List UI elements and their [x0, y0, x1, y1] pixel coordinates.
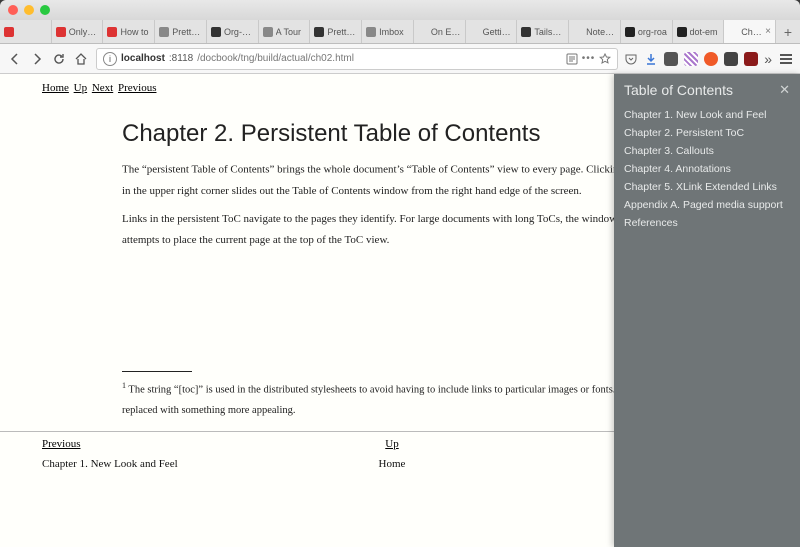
tab-label: Pretty C — [327, 27, 357, 37]
home-button[interactable] — [72, 50, 90, 68]
toc-panel-title: Table of Contents — [624, 82, 733, 98]
ublock-icon[interactable] — [744, 52, 758, 66]
browser-tab[interactable]: Tailscale — [517, 20, 569, 43]
favicon — [366, 27, 376, 37]
favicon — [159, 27, 169, 37]
favicon — [263, 27, 273, 37]
toc-item[interactable]: References — [624, 214, 790, 232]
download-icon[interactable] — [644, 52, 658, 66]
window-maximize-button[interactable] — [40, 5, 50, 15]
toc-item[interactable]: Chapter 1. New Look and Feel — [624, 106, 790, 124]
browser-tab[interactable]: dot-em — [673, 20, 725, 43]
url-bar[interactable]: i localhost :8118/docbook/tng/build/actua… — [96, 48, 618, 70]
tab-label: On Emacs — [431, 27, 461, 37]
traffic-lights — [8, 5, 50, 15]
browser-tab[interactable]: Note-taking — [569, 20, 621, 43]
site-info-icon[interactable]: i — [103, 52, 117, 66]
toc-close-button[interactable]: ✕ — [779, 82, 790, 98]
browser-tab[interactable]: org-roa — [621, 20, 673, 43]
favicon — [470, 27, 480, 37]
tab-label: org-roa — [638, 27, 668, 37]
page-viewport: Home Up Next Previous Chapter 2. Persist… — [0, 74, 800, 547]
favicon — [4, 27, 14, 37]
favicon — [521, 27, 531, 37]
browser-tab[interactable]: Pretty F — [155, 20, 207, 43]
toc-item[interactable]: Chapter 5. XLink Extended Links — [624, 178, 790, 196]
favicon — [107, 27, 117, 37]
favicon — [677, 27, 687, 37]
browser-tab[interactable]: Only Co — [52, 20, 104, 43]
bookmark-star-icon[interactable] — [599, 53, 611, 65]
nav-next-link[interactable]: Next — [92, 82, 113, 94]
browser-tab[interactable]: Getting Start — [466, 20, 518, 43]
favicon — [211, 27, 221, 37]
nav-up-link[interactable]: Up — [74, 82, 87, 94]
tab-label: Imbox — [379, 27, 409, 37]
extension-icon[interactable] — [704, 52, 718, 66]
reader-mode-icon[interactable] — [566, 53, 578, 65]
nav-home-link[interactable]: Home — [42, 82, 69, 94]
extension-icon[interactable] — [664, 52, 678, 66]
reload-button[interactable] — [50, 50, 68, 68]
back-button[interactable] — [6, 50, 24, 68]
footer-prev-title: Chapter 1. New Look and Feel — [42, 458, 275, 470]
browser-tab[interactable] — [0, 20, 52, 43]
tab-close-icon[interactable]: × — [765, 26, 771, 37]
extensions-overflow-icon[interactable]: » — [764, 51, 772, 67]
window-minimize-button[interactable] — [24, 5, 34, 15]
tab-label: Note-taking — [586, 27, 616, 37]
browser-tab[interactable]: Chapter× — [724, 20, 776, 43]
tab-label: A Tour — [276, 27, 306, 37]
browser-tab[interactable]: Org-mo — [207, 20, 259, 43]
tab-label: Org-mo — [224, 27, 254, 37]
tab-strip: Only Co How to Pretty F Org-mo A Tour Pretty … — [0, 20, 800, 44]
window-titlebar — [0, 0, 800, 20]
tab-label: dot-em — [690, 27, 720, 37]
pocket-icon[interactable] — [624, 52, 638, 66]
hamburger-menu-icon[interactable] — [778, 54, 794, 64]
toc-item[interactable]: Chapter 3. Callouts — [624, 142, 790, 160]
url-host: localhost — [121, 53, 165, 64]
favicon — [418, 27, 428, 37]
extension-icon[interactable] — [724, 52, 738, 66]
url-path: /docbook/tng/build/actual/ch02.html — [197, 53, 354, 64]
favicon — [573, 27, 583, 37]
toc-item[interactable]: Appendix A. Paged media support — [624, 196, 790, 214]
tab-label: Chapter — [741, 27, 762, 37]
footer-prev-link[interactable]: Previous — [42, 438, 81, 450]
nav-previous-link[interactable]: Previous — [118, 82, 157, 94]
toc-item[interactable]: Chapter 2. Persistent ToC — [624, 124, 790, 142]
url-port: :8118 — [169, 53, 193, 64]
browser-tab[interactable]: On Emacs — [414, 20, 466, 43]
extension-icon[interactable] — [684, 52, 698, 66]
browser-tab[interactable]: A Tour — [259, 20, 311, 43]
toc-item[interactable]: Chapter 4. Annotations — [624, 160, 790, 178]
favicon — [728, 27, 738, 37]
forward-button[interactable] — [28, 50, 46, 68]
tab-label: Pretty F — [172, 27, 202, 37]
footer-home-link[interactable]: Home — [379, 458, 406, 470]
favicon — [56, 27, 66, 37]
tab-label: Only Co — [69, 27, 99, 37]
new-tab-button[interactable]: + — [776, 20, 800, 43]
page-actions-icon[interactable]: ••• — [582, 53, 596, 64]
extensions-bar: » — [624, 51, 794, 67]
tab-label: Tailscale — [534, 27, 564, 37]
favicon — [625, 27, 635, 37]
toc-panel: Table of Contents ✕ Chapter 1. New Look … — [614, 74, 800, 547]
favicon — [314, 27, 324, 37]
toolbar: i localhost :8118/docbook/tng/build/actua… — [0, 44, 800, 74]
footer-up-link[interactable]: Up — [385, 438, 398, 450]
footnote-separator — [122, 371, 192, 372]
tab-label: How to — [120, 27, 150, 37]
window-close-button[interactable] — [8, 5, 18, 15]
browser-tab[interactable]: Imbox — [362, 20, 414, 43]
browser-tab[interactable]: How to — [103, 20, 155, 43]
browser-tab[interactable]: Pretty C — [310, 20, 362, 43]
tab-label: Getting Start — [483, 27, 513, 37]
